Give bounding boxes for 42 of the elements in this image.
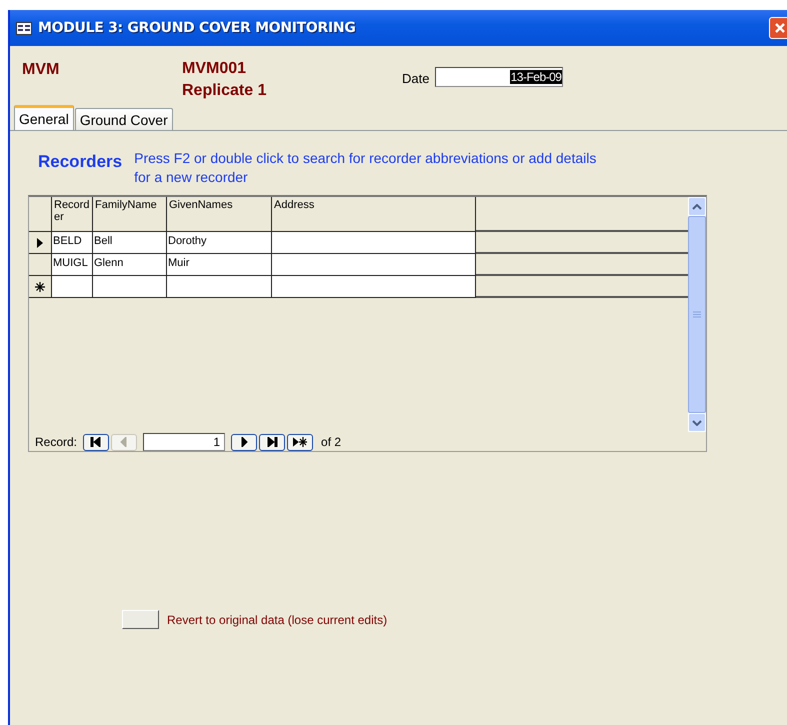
tab[interactable]: General [14,105,74,130]
table-cell[interactable]: Dorothy [167,232,272,254]
first-icon [89,437,104,447]
plot-code: MVM001 [182,59,248,79]
table-cell[interactable] [93,276,167,298]
close-icon [774,22,786,34]
section-title: Recorders [38,151,122,172]
close-button[interactable] [769,17,787,39]
replicate-label: Replicate 1 [182,81,268,101]
current-record-icon [37,238,43,248]
hint-text: Press F2 or double click to search for recorder abbreviations or add details for a new recorder [134,149,598,187]
table-cell[interactable]: Bell [93,232,167,254]
table-cell[interactable] [167,276,272,298]
table-cell[interactable] [272,254,476,276]
first-record-button[interactable] [83,434,110,450]
last-icon [265,437,280,447]
form-icon [16,22,32,34]
table-cell[interactable]: BELD [52,232,93,254]
revert-label: Revert to original data (lose current edits) [167,612,388,626]
table-cell[interactable] [272,232,476,254]
table-cell[interactable] [52,276,93,298]
new-record-icon [35,282,45,292]
table-cell[interactable]: Glenn [93,254,167,276]
corner-cell[interactable] [29,197,52,232]
table-cell[interactable]: MUIGL [52,254,93,276]
record-count: of 2 [321,435,342,449]
table-cell[interactable]: Muir [167,254,272,276]
new-record-button[interactable] [287,434,314,450]
next-record-button[interactable] [231,434,258,450]
scrollbar[interactable] [688,197,706,432]
grip-icon [693,311,701,318]
tab[interactable]: Ground Cover [74,108,173,130]
last-record-button[interactable] [259,434,286,450]
revert-button[interactable] [122,610,159,629]
table-cell[interactable] [272,276,476,298]
date-field[interactable]: 13-Feb-09 [435,67,564,87]
record-label: Record: [35,435,78,449]
window-title: MODULE 3: GROUND COVER MONITORING [38,20,356,36]
record-number-field[interactable]: 1 [143,433,226,451]
date-label: Date [402,71,430,86]
site-code: MVM [22,60,60,79]
new-icon [293,437,308,447]
